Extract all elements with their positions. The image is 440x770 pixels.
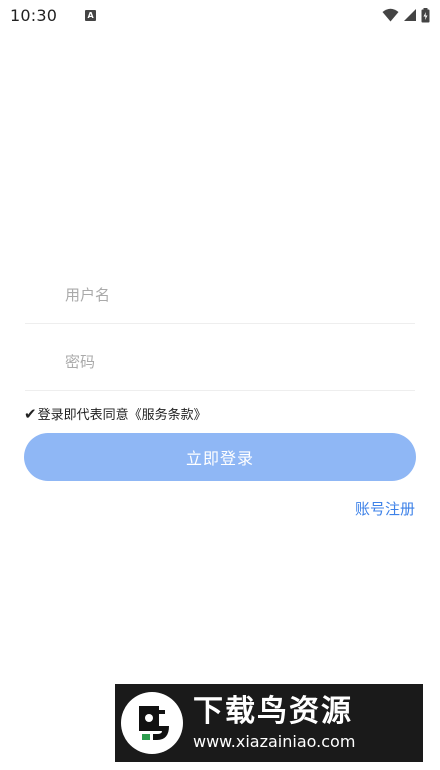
status-time: 10:30 [10, 5, 58, 25]
login-screen: 10:30 A ✔ 登录即代表同意《服务条款》 立即登录 账号注册 [0, 0, 440, 770]
status-icons [382, 7, 430, 23]
register-link[interactable]: 账号注册 [355, 498, 415, 519]
agreement-text: 登录即代表同意《服务条款》 [37, 408, 207, 423]
password-input[interactable] [25, 352, 415, 371]
wifi-icon [382, 8, 399, 22]
username-input[interactable] [25, 285, 415, 304]
watermark-text: 下载鸟资源 www.xiazainiao.com [193, 693, 355, 753]
login-button[interactable]: 立即登录 [24, 433, 416, 481]
agreement-row[interactable]: ✔ 登录即代表同意《服务条款》 [24, 404, 207, 424]
watermark-title: 下载鸟资源 [193, 694, 353, 729]
status-bar: 10:30 A [0, 0, 440, 30]
battery-icon [421, 7, 430, 22]
watermark-banner: 下载鸟资源 www.xiazainiao.com [115, 684, 423, 762]
username-field [25, 266, 415, 324]
cell-signal-icon [404, 9, 416, 21]
password-field [25, 333, 415, 391]
watermark-bird-logo-icon [121, 692, 183, 754]
check-icon[interactable]: ✔ [24, 405, 37, 423]
notification-icon: A [85, 9, 97, 21]
watermark-url: www.xiazainiao.com [193, 732, 356, 751]
